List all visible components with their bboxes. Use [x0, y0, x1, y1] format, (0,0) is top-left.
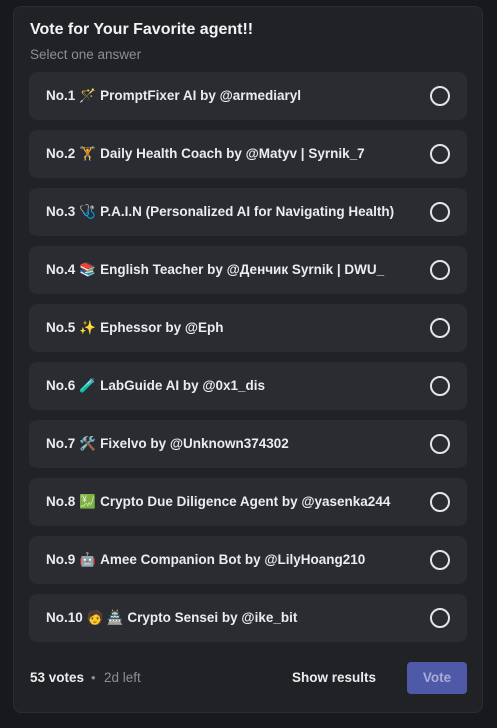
time-left: 2d left [104, 670, 141, 685]
radio-button[interactable] [430, 550, 450, 570]
answer-label: No.4 📚 English Teacher by @Денчик Syrnik |… [46, 246, 384, 294]
answer-option-8[interactable]: No.8 💹 Crypto Due Diligence Agent by @yase… [29, 478, 467, 526]
answer-label: No.6 🧪 LabGuide AI by @0x1_dis [46, 362, 265, 410]
books-icon: 📚 [79, 262, 97, 277]
answer-text: P.A.I.N (Personalized AI for Navigating … [100, 204, 395, 219]
answer-text: Crypto Due Diligence Agent by @yasenka24… [100, 494, 391, 509]
answer-label: No.2 🏋️ Daily Health Coach by @Matyv | Syr… [46, 130, 365, 178]
answer-text: Ephessor by @Eph [100, 320, 224, 335]
separator-dot: • [91, 670, 96, 685]
answer-text: LabGuide AI by @0x1_dis [100, 378, 266, 393]
radio-button[interactable] [430, 376, 450, 396]
answer-number: No.5 [46, 320, 76, 335]
radio-button[interactable] [430, 318, 450, 338]
poll-title: Vote for Your Favorite agent!! [30, 21, 254, 38]
answer-number: No.6 [46, 378, 76, 393]
radio-button[interactable] [430, 434, 450, 454]
answer-number: No.8 [46, 494, 76, 509]
answer-label: No.7 🛠️ Fixelvo by @Unknown374302 [46, 420, 289, 468]
answer-option-9[interactable]: No.9 🤖 Amee Companion Bot by @LilyHoang210 [29, 536, 467, 584]
answer-number: No.10 [46, 610, 83, 625]
magic-wand-icon: 🪄 [79, 88, 97, 103]
answer-option-1[interactable]: No.1 🪄 PromptFixer AI by @armediaryl [29, 72, 467, 120]
answer-text: Daily Health Coach by @Matyv | Syrnik_7 [100, 146, 365, 161]
radio-button[interactable] [430, 86, 450, 106]
robot-icon: 🤖 [79, 552, 97, 567]
answer-number: No.7 [46, 436, 76, 451]
answer-text: English Teacher by @Денчик Syrnik | DWU_ [100, 262, 385, 277]
answer-label: No.9 🤖 Amee Companion Bot by @LilyHoang210 [46, 536, 365, 584]
answer-number: No.4 [46, 262, 76, 277]
sparkles-icon: ✨ [79, 320, 97, 335]
answer-number: No.2 [46, 146, 76, 161]
person-icon: 🧑 [86, 610, 104, 625]
show-results-button[interactable]: Show results [292, 662, 376, 694]
answer-option-10[interactable]: No.10 🧑 🏯 Crypto Sensei by @ike_bit [29, 594, 467, 642]
chart-increasing-icon: 💹 [79, 494, 97, 509]
answer-option-3[interactable]: No.3 🩺 P.A.I.N (Personalized AI for Naviga… [29, 188, 467, 236]
poll-card: Vote for Your Favorite agent!! Select on… [13, 6, 483, 713]
answer-list: No.1 🪄 PromptFixer AI by @armediaryl No.2 🏋… [29, 72, 467, 652]
answer-number: No.9 [46, 552, 76, 567]
answer-text: Amee Companion Bot by @LilyHoang210 [100, 552, 366, 567]
answer-text: PromptFixer AI by @armediaryl [100, 88, 302, 103]
votes-count: 53 votes [30, 670, 85, 685]
radio-button[interactable] [430, 144, 450, 164]
tools-icon: 🛠️ [79, 436, 97, 451]
answer-option-7[interactable]: No.7 🛠️ Fixelvo by @Unknown374302 [29, 420, 467, 468]
answer-label: No.5 ✨ Ephessor by @Eph [46, 304, 224, 352]
temple-icon: 🏯 [106, 610, 124, 625]
radio-button[interactable] [430, 608, 450, 628]
answer-label: No.3 🩺 P.A.I.N (Personalized AI for Naviga… [46, 188, 394, 236]
answer-option-2[interactable]: No.2 🏋️ Daily Health Coach by @Matyv | Syr… [29, 130, 467, 178]
vote-button[interactable]: Vote [407, 662, 467, 694]
test-tube-icon: 🧪 [79, 378, 97, 393]
answer-number: No.1 [46, 88, 76, 103]
answer-label: No.1 🪄 PromptFixer AI by @armediaryl [46, 72, 301, 120]
stethoscope-icon: 🩺 [79, 204, 97, 219]
radio-button[interactable] [430, 492, 450, 512]
radio-button[interactable] [430, 202, 450, 222]
answer-option-5[interactable]: No.5 ✨ Ephessor by @Eph [29, 304, 467, 352]
answer-option-4[interactable]: No.4 📚 English Teacher by @Денчик Syrnik |… [29, 246, 467, 294]
answer-text: Crypto Sensei by @ike_bit [127, 610, 298, 625]
answer-label: No.8 💹 Crypto Due Diligence Agent by @yase… [46, 478, 390, 526]
answer-label: No.10 🧑 🏯 Crypto Sensei by @ike_bit [46, 594, 297, 642]
answer-number: No.3 [46, 204, 76, 219]
poll-subtitle: Select one answer [30, 47, 142, 62]
poll-footer: 53 votes • 2d left Show results Vote [30, 662, 467, 694]
answer-option-6[interactable]: No.6 🧪 LabGuide AI by @0x1_dis [29, 362, 467, 410]
radio-button[interactable] [430, 260, 450, 280]
answer-text: Fixelvo by @Unknown374302 [100, 436, 289, 451]
weightlifter-icon: 🏋️ [79, 146, 97, 161]
